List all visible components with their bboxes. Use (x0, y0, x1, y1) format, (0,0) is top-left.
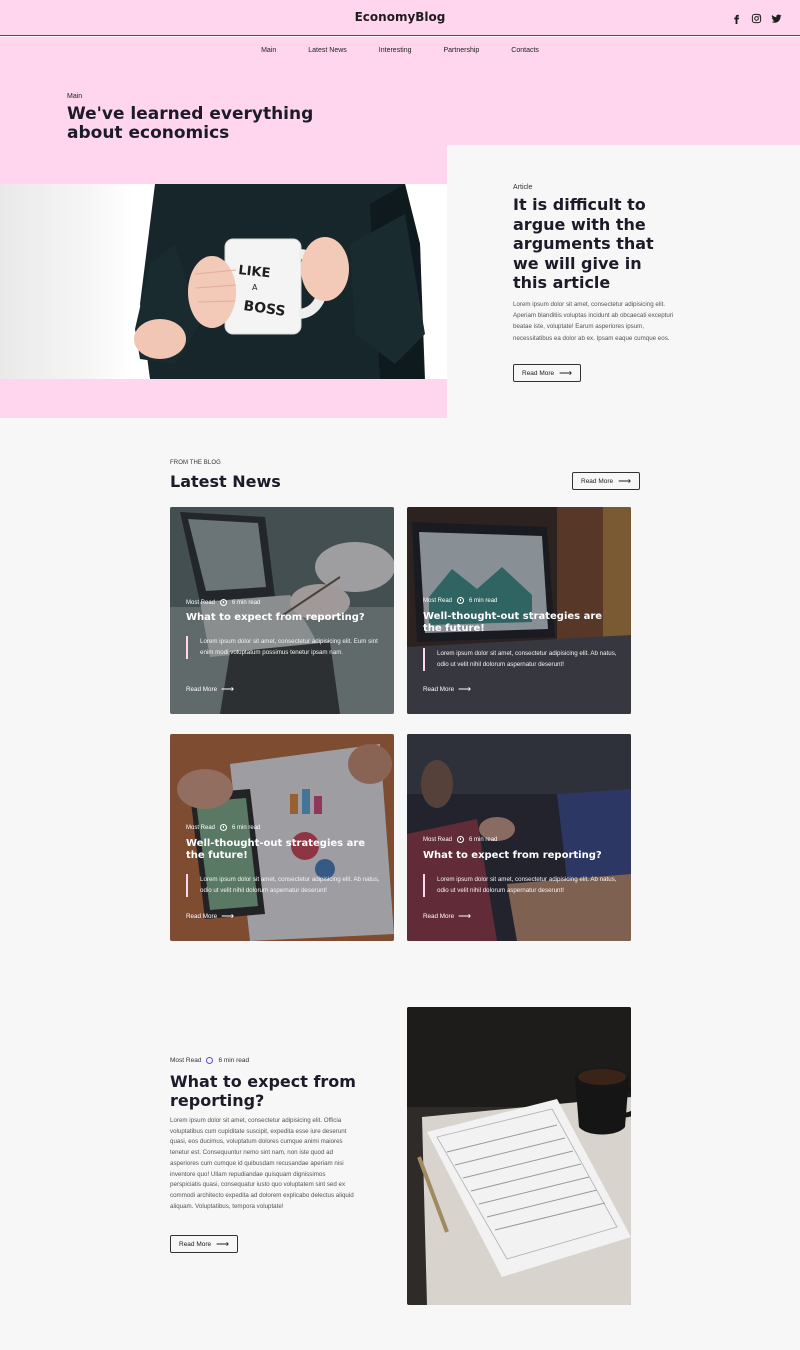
instagram-icon[interactable] (751, 13, 762, 24)
facebook-icon[interactable] (731, 13, 742, 24)
nav-item-partnership[interactable]: Partnership (427, 47, 495, 54)
social-links (731, 13, 782, 24)
arrow-right-icon: ⟶ (221, 684, 235, 694)
card-excerpt: Lorem ipsum dolor sit amet, consectetur … (186, 874, 386, 897)
arrow-right-icon: ⟶ (559, 367, 573, 378)
featured-label: Most Read (170, 1057, 202, 1064)
card-read-more-link[interactable]: Read More ⟶ (186, 684, 234, 695)
read-more-label: Read More (423, 686, 455, 693)
card-label: Most Read (186, 824, 216, 831)
card-label: Most Read (186, 599, 216, 606)
news-card[interactable]: Most Read 6 min read What to expect from… (407, 734, 631, 941)
card-meta: Most Read 6 min read (423, 597, 497, 604)
card-read-more-link[interactable]: Read More ⟶ (186, 911, 234, 922)
article-kicker: Article (513, 184, 533, 191)
card-meta: Most Read 6 min read (186, 824, 260, 831)
card-overlay (170, 507, 394, 714)
read-more-label: Read More (186, 913, 218, 920)
news-card[interactable]: Most Read 6 min read What to expect from… (170, 507, 394, 714)
nav-item-main[interactable]: Main (245, 47, 292, 54)
featured-text: Lorem ipsum dolor sit amet, consectetur … (170, 1117, 354, 1210)
twitter-icon[interactable] (771, 13, 782, 24)
card-excerpt: Lorem ipsum dolor sit amet, consectetur … (186, 636, 386, 659)
nav-item-contacts[interactable]: Contacts (495, 47, 555, 54)
hero-image: LIKE A BOSS (0, 184, 447, 379)
card-title[interactable]: What to expect from reporting? (423, 850, 618, 862)
featured-read-more-button[interactable]: Read More ⟶ (170, 1235, 239, 1253)
arrow-right-icon: ⟶ (458, 684, 472, 694)
read-more-label: Read More (581, 477, 614, 485)
featured-image (407, 1007, 631, 1305)
svg-text:A: A (252, 283, 258, 292)
arrow-right-icon: ⟶ (221, 911, 235, 921)
site-logo[interactable]: EconomyBlog (0, 10, 800, 24)
card-read-more-link[interactable]: Read More ⟶ (423, 911, 471, 922)
read-more-label: Read More (179, 1240, 212, 1248)
hero-title: We've learned everything about economics (67, 104, 314, 143)
featured-time: 6 min read (218, 1057, 250, 1064)
article-title: It is difficult to argue with the argume… (513, 195, 654, 292)
arrow-right-icon: ⟶ (458, 911, 472, 921)
card-excerpt: Lorem ipsum dolor sit amet, consectetur … (423, 648, 623, 671)
card-title[interactable]: What to expect from reporting? (186, 612, 381, 624)
card-label: Most Read (423, 836, 453, 843)
card-time: 6 min read (469, 597, 498, 604)
clock-icon (220, 599, 228, 606)
card-meta: Most Read 6 min read (186, 599, 260, 606)
clock-icon (457, 597, 465, 604)
card-meta: Most Read 6 min read (423, 836, 497, 843)
top-bar: EconomyBlog (0, 0, 800, 36)
featured-meta: Most Read 6 min read (170, 1057, 249, 1064)
card-excerpt: Lorem ipsum dolor sit amet, consectetur … (423, 874, 623, 897)
nav-item-interesting[interactable]: Interesting (363, 47, 428, 54)
article-read-more-button[interactable]: Read More ⟶ (513, 364, 582, 382)
arrow-right-icon: ⟶ (216, 1238, 230, 1249)
read-more-label: Read More (522, 369, 555, 377)
main-nav: Main Latest News Interesting Partnership… (0, 47, 800, 54)
read-more-label: Read More (186, 686, 218, 693)
nav-item-latest-news[interactable]: Latest News (292, 47, 363, 54)
section-title: Latest News (170, 472, 281, 491)
card-time: 6 min read (469, 836, 498, 843)
card-read-more-link[interactable]: Read More ⟶ (423, 684, 471, 695)
clock-icon (457, 836, 465, 843)
featured-title: What to expect from reporting? (170, 1072, 356, 1110)
section-kicker: From the blog (170, 460, 221, 466)
hero-kicker: Main (67, 93, 83, 100)
card-time: 6 min read (232, 599, 261, 606)
arrow-right-icon: ⟶ (618, 475, 632, 486)
card-title[interactable]: Well-thought-out strategies are the futu… (186, 838, 381, 862)
card-title[interactable]: Well-thought-out strategies are the futu… (423, 611, 618, 635)
clock-icon (220, 824, 228, 831)
news-card[interactable]: Most Read 6 min read Well-thought-out st… (170, 734, 394, 941)
card-label: Most Read (423, 597, 453, 604)
news-card[interactable]: Most Read 6 min read Well-thought-out st… (407, 507, 631, 714)
read-more-label: Read More (423, 913, 455, 920)
card-time: 6 min read (232, 824, 261, 831)
article-text: Lorem ipsum dolor sit amet, consectetur … (513, 301, 674, 342)
latest-read-more-button[interactable]: Read More ⟶ (572, 472, 641, 490)
clock-icon (206, 1057, 214, 1064)
